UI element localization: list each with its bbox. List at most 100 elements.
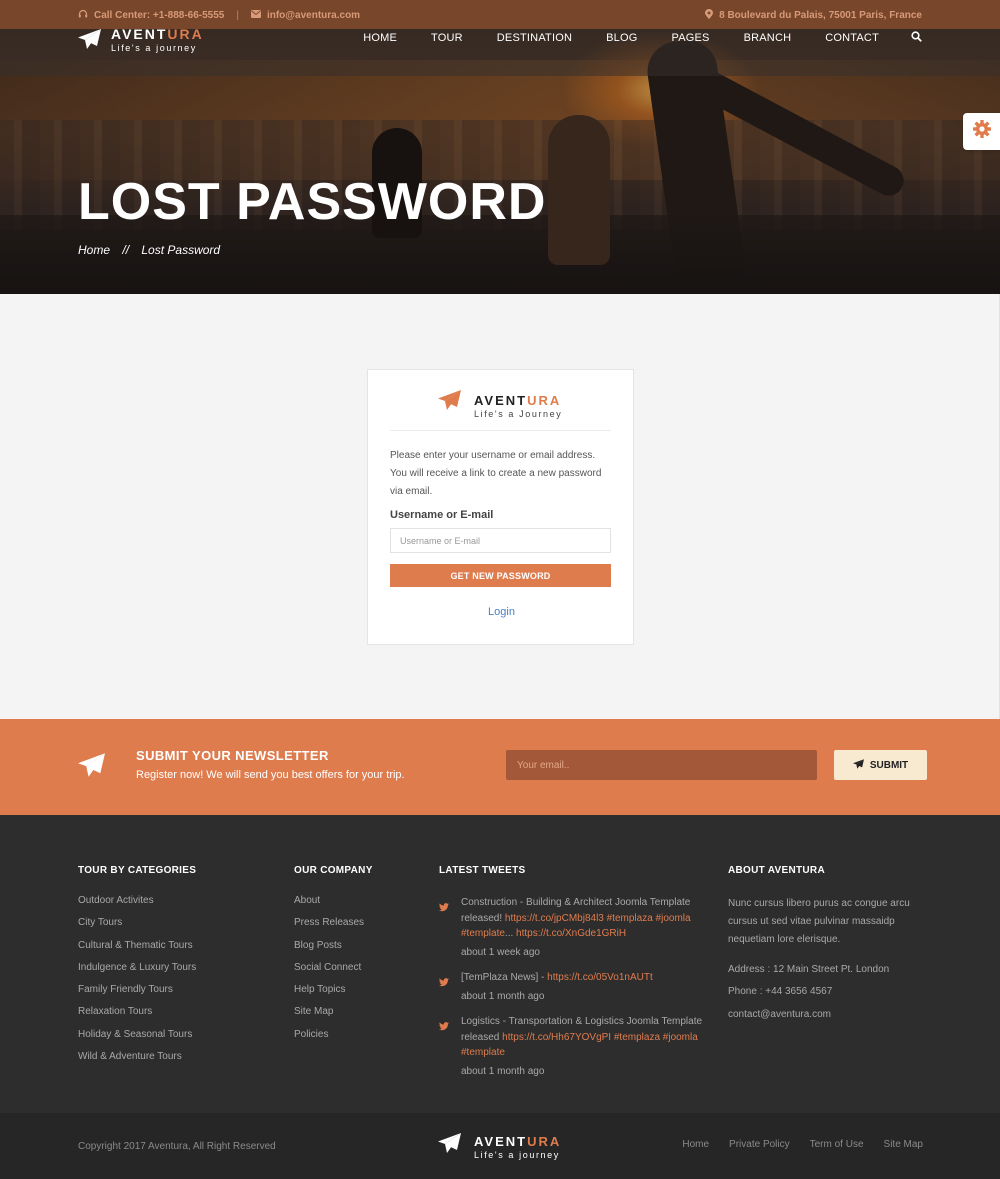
logo-text: AVENTURA Life's a journey bbox=[111, 26, 204, 53]
tweet-text: [TemPlaza News] - https://t.co/05Vo1nAUT… bbox=[461, 972, 653, 983]
top-bar-address: 8 Boulevard du Palais, 75001 Paris, Fran… bbox=[705, 9, 922, 22]
nav-blog[interactable]: BLOG bbox=[606, 32, 637, 44]
bottom-link-home[interactable]: Home bbox=[682, 1139, 709, 1150]
footer-logo-text: AVENTURA Life's a journey bbox=[474, 1134, 561, 1160]
footer-company-link[interactable]: Help Topics bbox=[294, 984, 373, 1006]
tweet-item: Logistics - Transportation & Logistics J… bbox=[439, 1014, 709, 1079]
card-logo-text: AVENTURA Life's a Journey bbox=[474, 393, 562, 419]
footer-category-link[interactable]: Wild & Adventure Tours bbox=[78, 1051, 196, 1073]
lost-password-card: AVENTURA Life's a Journey Please enter y… bbox=[367, 369, 634, 645]
nav-destination[interactable]: DESTINATION bbox=[497, 32, 572, 44]
breadcrumb: Home // Lost Password bbox=[78, 243, 220, 257]
card-logo: AVENTURA Life's a Journey bbox=[438, 390, 562, 419]
footer-company-link[interactable]: Blog Posts bbox=[294, 940, 373, 962]
email-text[interactable]: info@aventura.com bbox=[267, 10, 360, 21]
footer-company-link[interactable]: Social Connect bbox=[294, 962, 373, 984]
login-link[interactable]: Login bbox=[368, 606, 635, 618]
tweet-item: Construction - Building & Architect Joom… bbox=[439, 895, 709, 960]
nav-home[interactable]: HOME bbox=[363, 32, 397, 44]
about-phone: Phone : +44 3656 4567 bbox=[728, 986, 833, 998]
headset-icon bbox=[78, 9, 88, 22]
submit-label: SUBMIT bbox=[869, 759, 909, 771]
username-email-input[interactable] bbox=[390, 528, 611, 553]
breadcrumb-current: Lost Password bbox=[141, 243, 221, 257]
top-bar-contacts: Call Center: +1-888-66-5555 | info@avent… bbox=[78, 9, 360, 22]
footer-tweets-title: LATEST TWEETS bbox=[439, 865, 526, 876]
footer-category-link[interactable]: Cultural & Thematic Tours bbox=[78, 940, 196, 962]
about-text: Nunc cursus libero purus ac congue arcu … bbox=[728, 898, 910, 945]
instructions-text: Please enter your username or email addr… bbox=[390, 450, 602, 497]
get-new-password-button[interactable]: GET NEW PASSWORD bbox=[390, 564, 611, 587]
footer-category-link[interactable]: City Tours bbox=[78, 917, 196, 939]
card-logo-tagline: Life's a Journey bbox=[474, 409, 563, 419]
top-bar: Call Center: +1-888-66-5555 | info@avent… bbox=[0, 0, 1000, 29]
newsletter-section: SUBMIT YOUR NEWSLETTER Register now! We … bbox=[0, 719, 1000, 815]
main-header: AVENTURA Life's a journey HOME TOUR DEST… bbox=[0, 26, 1000, 76]
footer-about-title: ABOUT AVENTURA bbox=[728, 865, 825, 876]
footer-logo-tagline: Life's a journey bbox=[474, 1150, 560, 1160]
footer-category-link[interactable]: Outdoor Activites bbox=[78, 895, 196, 917]
username-label: Username or E-mail bbox=[390, 509, 494, 521]
newsletter-submit-button[interactable]: SUBMIT bbox=[834, 750, 927, 780]
tweet-text: Construction - Building & Architect Joom… bbox=[461, 897, 691, 939]
settings-gear-button[interactable] bbox=[963, 113, 1000, 150]
footer-category-link[interactable]: Family Friendly Tours bbox=[78, 984, 196, 1006]
newsletter-title: SUBMIT YOUR NEWSLETTER bbox=[136, 748, 329, 763]
breadcrumb-divider: // bbox=[122, 243, 130, 257]
bottom-link-site-map[interactable]: Site Map bbox=[884, 1139, 923, 1150]
bottom-link-term-of-use[interactable]: Term of Use bbox=[810, 1139, 864, 1150]
footer-company: OUR COMPANY About Press Releases Blog Po… bbox=[294, 865, 373, 1051]
tweet-time: about 1 month ago bbox=[461, 1065, 545, 1077]
twitter-icon bbox=[439, 1022, 461, 1079]
envelope-icon bbox=[250, 10, 261, 21]
call-center-text: Call Center: +1-888-66-5555 bbox=[94, 10, 225, 21]
footer-company-title: OUR COMPANY bbox=[294, 865, 373, 876]
copyright-text: Copyright 2017 Aventura, All Right Reser… bbox=[78, 1141, 276, 1152]
nav-pages[interactable]: PAGES bbox=[672, 32, 710, 44]
paper-plane-small-icon bbox=[852, 758, 864, 772]
twitter-icon bbox=[439, 978, 461, 1004]
footer-categories: TOUR BY CATEGORIES Outdoor Activites Cit… bbox=[78, 865, 196, 1073]
footer-category-link[interactable]: Relaxation Tours bbox=[78, 1006, 196, 1028]
footer-company-link[interactable]: About bbox=[294, 895, 373, 917]
paper-plane-logo-icon bbox=[438, 390, 461, 415]
page-title: LOST PASSWORD bbox=[78, 173, 547, 231]
tweet-text: Logistics - Transportation & Logistics J… bbox=[461, 1016, 703, 1058]
paper-plane-logo-icon bbox=[438, 1133, 461, 1158]
map-marker-icon bbox=[705, 9, 714, 22]
footer-category-link[interactable]: Indulgence & Luxury Tours bbox=[78, 962, 196, 984]
footer-company-link[interactable]: Site Map bbox=[294, 1006, 373, 1028]
footer-category-link[interactable]: Holiday & Seasonal Tours bbox=[78, 1029, 196, 1051]
search-icon[interactable] bbox=[911, 31, 922, 45]
twitter-icon bbox=[439, 903, 461, 960]
tweet-time: about 1 month ago bbox=[461, 990, 545, 1002]
paper-plane-icon bbox=[78, 753, 105, 782]
tweet-item: [TemPlaza News] - https://t.co/05Vo1nAUT… bbox=[439, 970, 709, 1004]
bottom-link-private-policy[interactable]: Private Policy bbox=[729, 1139, 790, 1150]
breadcrumb-home[interactable]: Home bbox=[78, 243, 110, 257]
nav-tour[interactable]: TOUR bbox=[431, 32, 463, 44]
main-content: AVENTURA Life's a Journey Please enter y… bbox=[0, 294, 1000, 719]
tweet-link[interactable]: https://t.co/XnGde1GRiH bbox=[516, 928, 626, 939]
about-email[interactable]: contact@aventura.com bbox=[728, 1009, 928, 1031]
nav-contact[interactable]: CONTACT bbox=[825, 32, 879, 44]
newsletter-email-input[interactable] bbox=[506, 750, 817, 780]
bottom-bar: Copyright 2017 Aventura, All Right Reser… bbox=[0, 1113, 1000, 1179]
header-logo[interactable]: AVENTURA Life's a journey bbox=[78, 26, 204, 54]
footer-logo-name: AVENTURA bbox=[474, 1134, 562, 1149]
footer-logo[interactable]: AVENTURA Life's a journey bbox=[438, 1133, 561, 1160]
footer-company-link[interactable]: Policies bbox=[294, 1029, 373, 1051]
email-contact[interactable]: info@aventura.com bbox=[250, 10, 360, 21]
about-address: Address : 12 Main Street Pt. London bbox=[728, 964, 890, 975]
gear-icon bbox=[972, 119, 992, 145]
call-center: Call Center: +1-888-66-5555 bbox=[78, 9, 224, 22]
footer-tweets: LATEST TWEETS Construction - Building & … bbox=[439, 865, 709, 1089]
footer-about: ABOUT AVENTURA Nunc cursus libero purus … bbox=[728, 865, 928, 1031]
nav-branch[interactable]: BRANCH bbox=[744, 32, 792, 44]
card-divider bbox=[390, 430, 611, 431]
footer-company-link[interactable]: Press Releases bbox=[294, 917, 373, 939]
logo-name: AVENTURA bbox=[111, 26, 204, 42]
top-bar-separator: | bbox=[236, 10, 239, 21]
tweet-link[interactable]: https://t.co/05Vo1nAUTt bbox=[547, 972, 653, 983]
address-text: 8 Boulevard du Palais, 75001 Paris, Fran… bbox=[719, 10, 922, 21]
